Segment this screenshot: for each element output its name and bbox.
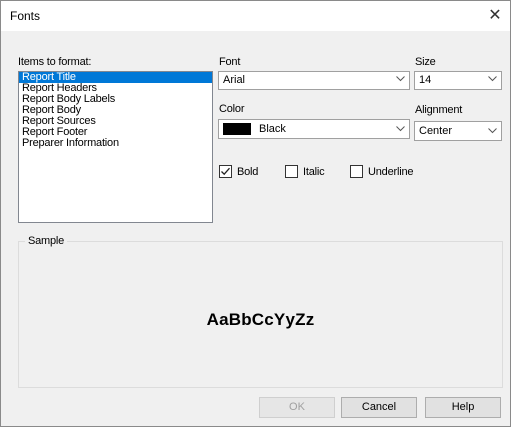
- chevron-down-icon: [488, 76, 497, 82]
- sample-preview-text: AaBbCcYyZz: [206, 310, 315, 329]
- chevron-down-icon: [488, 128, 497, 134]
- font-label: Font: [219, 56, 241, 68]
- chevron-down-icon: [396, 126, 405, 132]
- alignment-combo[interactable]: Center: [414, 121, 502, 141]
- list-item[interactable]: Preparer Information: [19, 138, 212, 149]
- italic-checkbox[interactable]: [285, 165, 298, 178]
- fonts-dialog: Fonts ✕ Items to format: Report Title Re…: [0, 0, 511, 427]
- bold-label: Bold: [237, 166, 259, 178]
- italic-label: Italic: [303, 166, 325, 178]
- color-value: Black: [259, 123, 286, 135]
- items-to-format-label: Items to format:: [18, 56, 92, 68]
- items-listbox[interactable]: Report Title Report Headers Report Body …: [18, 71, 213, 223]
- dialog-title: Fonts: [10, 9, 41, 23]
- underline-label: Underline: [368, 166, 414, 178]
- font-value: Arial: [223, 74, 246, 86]
- cancel-button[interactable]: Cancel: [341, 397, 417, 418]
- title-bar: Fonts ✕: [1, 1, 510, 31]
- chevron-down-icon: [396, 76, 405, 82]
- underline-checkbox[interactable]: [350, 165, 363, 178]
- alignment-label: Alignment: [415, 104, 463, 116]
- close-icon[interactable]: ✕: [480, 1, 510, 31]
- sample-group-title: Sample: [25, 235, 68, 247]
- color-label: Color: [219, 103, 245, 115]
- color-combo[interactable]: Black: [218, 119, 410, 139]
- size-value: 14: [419, 74, 432, 86]
- font-combo[interactable]: Arial: [218, 71, 410, 90]
- size-combo[interactable]: 14: [414, 71, 502, 90]
- checkmark-icon: [221, 167, 230, 176]
- ok-button[interactable]: OK: [259, 397, 335, 418]
- color-swatch: [223, 123, 251, 135]
- help-button[interactable]: Help: [425, 397, 501, 418]
- bold-checkbox[interactable]: [219, 165, 232, 178]
- size-label: Size: [415, 56, 436, 68]
- alignment-value: Center: [419, 125, 453, 137]
